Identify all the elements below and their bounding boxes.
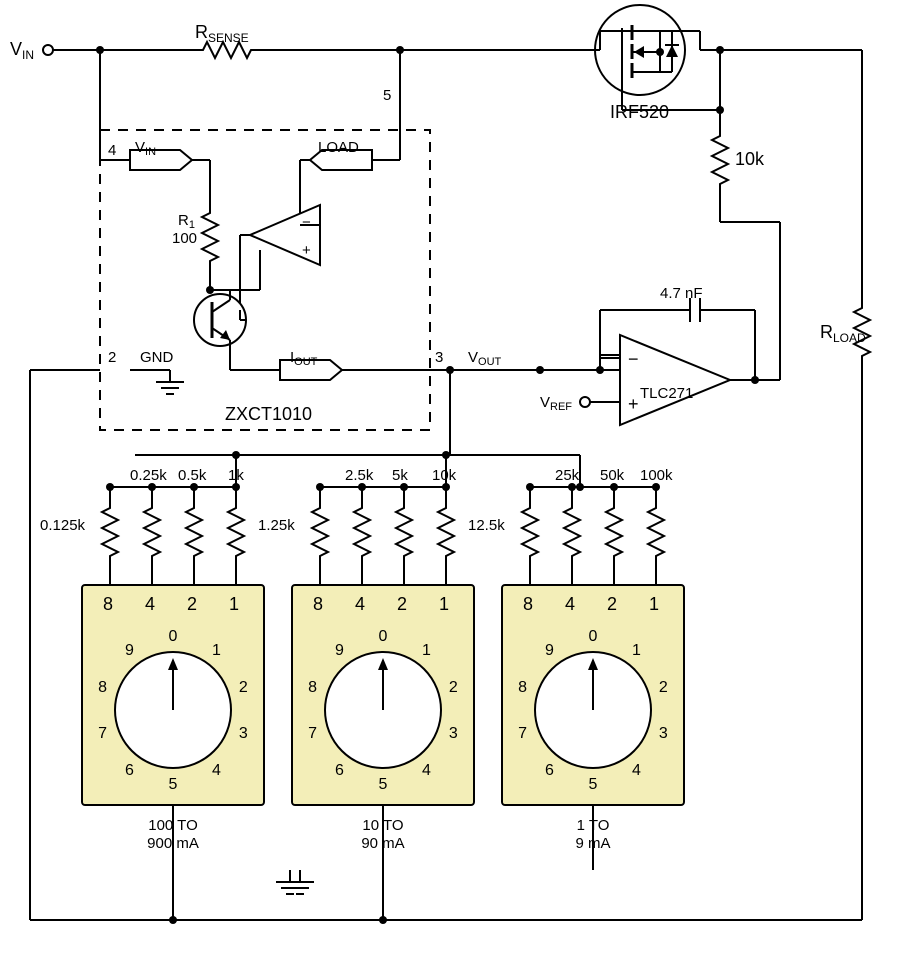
- switch-bank-1: 0.125k 0.25k 0.5k 1k 8 4 2 1 100 TO900 m…: [40, 451, 264, 852]
- svg-text:1: 1: [649, 594, 659, 614]
- schematic-diagram: VIN RSENSE IRF520 10k RLOAD ZXCT1010 4 V…: [0, 0, 900, 960]
- label-rsense: RSENSE: [195, 22, 249, 45]
- dial-digit: 7: [518, 725, 527, 742]
- dial-digit: 6: [335, 762, 344, 779]
- dial-digit: 4: [632, 762, 641, 779]
- svg-text:+: +: [628, 394, 639, 414]
- dial-digit: 3: [239, 725, 248, 742]
- opamp-tlc271: − + TLC271: [620, 335, 730, 425]
- dial-digit: 8: [518, 679, 527, 696]
- label-vref: VREF: [540, 394, 572, 413]
- label-cap: 4.7 nF: [660, 285, 703, 302]
- mosfet-irf520: [585, 5, 720, 110]
- dial-digit: 5: [379, 776, 388, 793]
- dial-digit: 0: [169, 628, 178, 645]
- switch-bank-2: 1.25k 2.5k 5k 10k 8 4 2 1 10 TO90 mA: [258, 451, 474, 852]
- svg-text:0.25k: 0.25k: [130, 467, 167, 484]
- dial-digit: 4: [422, 762, 431, 779]
- switch-bank-3: 12.5k 25k 50k 100k 8 4 2 1 1 TO9 mA: [450, 455, 684, 852]
- svg-text:4: 4: [355, 594, 365, 614]
- dial-digit: 6: [545, 762, 554, 779]
- dial-digit: 2: [659, 679, 668, 696]
- label-10k: 10k: [735, 149, 765, 169]
- dial-digit: 1: [212, 642, 221, 659]
- label-load: LOAD: [318, 139, 359, 156]
- svg-text:−: −: [302, 214, 311, 231]
- dial-digit: 7: [98, 725, 107, 742]
- dial-digit: 5: [169, 776, 178, 793]
- svg-text:−: −: [628, 349, 639, 369]
- dial-digit: 5: [589, 776, 598, 793]
- label-r1: R1: [178, 212, 195, 231]
- label-gnd: GND: [140, 349, 174, 366]
- svg-text:10k: 10k: [432, 467, 457, 484]
- dial-digit: 1: [632, 642, 641, 659]
- svg-text:5k: 5k: [392, 467, 408, 484]
- dial-digit: 8: [308, 679, 317, 696]
- svg-text:1: 1: [439, 594, 449, 614]
- label-irf520: IRF520: [610, 102, 669, 122]
- svg-text:0.125k: 0.125k: [40, 517, 86, 534]
- label-pin2: 2: [108, 349, 116, 366]
- dial-digit: 3: [449, 725, 458, 742]
- svg-text:50k: 50k: [600, 467, 625, 484]
- svg-text:4: 4: [145, 594, 155, 614]
- dial-digit: 2: [449, 679, 458, 696]
- dial-digit: 4: [212, 762, 221, 779]
- svg-text:8: 8: [523, 594, 533, 614]
- svg-text:TLC271: TLC271: [640, 385, 693, 402]
- label-vin: VIN: [10, 39, 34, 62]
- svg-text:12.5k: 12.5k: [468, 517, 505, 534]
- label-pin5: 5: [383, 87, 391, 104]
- svg-text:2: 2: [187, 594, 197, 614]
- label-pin3: 3: [435, 349, 443, 366]
- svg-text:100k: 100k: [640, 467, 673, 484]
- svg-text:8: 8: [313, 594, 323, 614]
- dial-digit: 9: [125, 642, 134, 659]
- label-r1-val: 100: [172, 230, 197, 247]
- svg-text:2.5k: 2.5k: [345, 467, 374, 484]
- svg-text:1: 1: [229, 594, 239, 614]
- dial-digit: 6: [125, 762, 134, 779]
- svg-text:4: 4: [565, 594, 575, 614]
- label-vout: VOUT: [468, 349, 502, 368]
- dial-digit: 7: [308, 725, 317, 742]
- svg-text:1k: 1k: [228, 467, 244, 484]
- svg-text:0.5k: 0.5k: [178, 467, 207, 484]
- label-zxct: ZXCT1010: [225, 404, 312, 424]
- label-iout: IOUT: [290, 349, 318, 368]
- label-pin4: 4: [108, 142, 116, 159]
- svg-text:1.25k: 1.25k: [258, 517, 295, 534]
- label-internal-vin: VIN: [135, 139, 156, 158]
- bjt-npn: [194, 290, 246, 346]
- dial-digit: 0: [589, 628, 598, 645]
- dial-digit: 9: [335, 642, 344, 659]
- svg-text:2: 2: [397, 594, 407, 614]
- svg-text:25k: 25k: [555, 467, 580, 484]
- dial-digit: 2: [239, 679, 248, 696]
- svg-text:8: 8: [103, 594, 113, 614]
- dial-digit: 3: [659, 725, 668, 742]
- dial-digit: 0: [379, 628, 388, 645]
- dial-digit: 1: [422, 642, 431, 659]
- ic-zxct1010: [100, 130, 430, 430]
- dial-digit: 9: [545, 642, 554, 659]
- dial-digit: 8: [98, 679, 107, 696]
- svg-text:2: 2: [607, 594, 617, 614]
